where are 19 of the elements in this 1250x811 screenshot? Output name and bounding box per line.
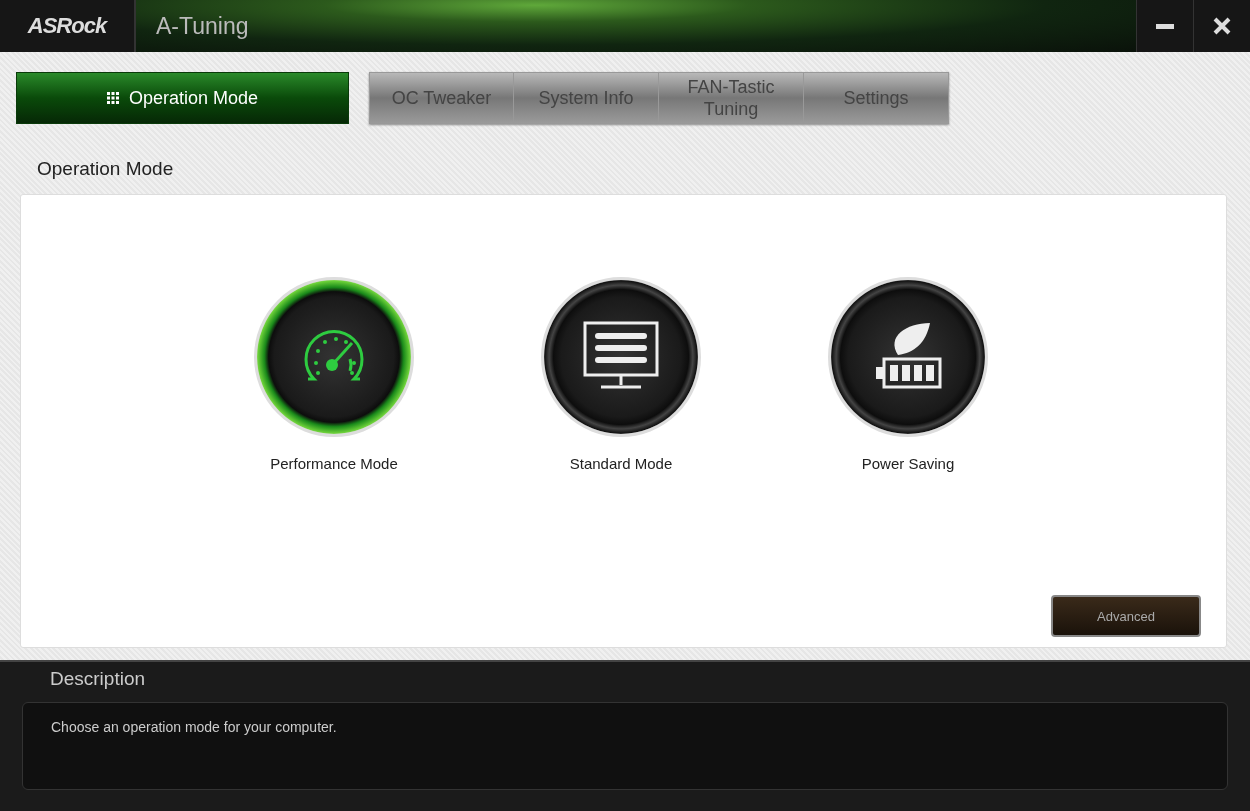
- window-title: A-Tuning: [156, 12, 249, 40]
- brand-logo: ASRock: [27, 13, 107, 39]
- grid-icon: [106, 92, 119, 104]
- minimize-icon: [1156, 23, 1174, 29]
- nav-tab[interactable]: System Info: [514, 72, 659, 124]
- close-button[interactable]: [1193, 0, 1250, 52]
- mode-label: Power Saving: [861, 455, 955, 472]
- mode-label: Performance Mode: [270, 455, 398, 472]
- nav-tab[interactable]: Operation Mode: [16, 72, 349, 124]
- close-icon: [1211, 15, 1233, 37]
- description-text: Choose an operation mode for your computer.: [51, 719, 337, 735]
- advanced-button[interactable]: Advanced: [1051, 595, 1201, 637]
- description-title: Description: [49, 667, 147, 691]
- minimize-button[interactable]: [1136, 0, 1193, 52]
- mode-label: Standard Mode: [569, 455, 673, 472]
- section-title: Operation Mode: [37, 158, 175, 180]
- nav-tab[interactable]: FAN-Tastic Tuning: [659, 72, 804, 124]
- nav-tab[interactable]: OC Tweaker: [369, 72, 514, 124]
- nav-tab[interactable]: Settings: [804, 72, 949, 124]
